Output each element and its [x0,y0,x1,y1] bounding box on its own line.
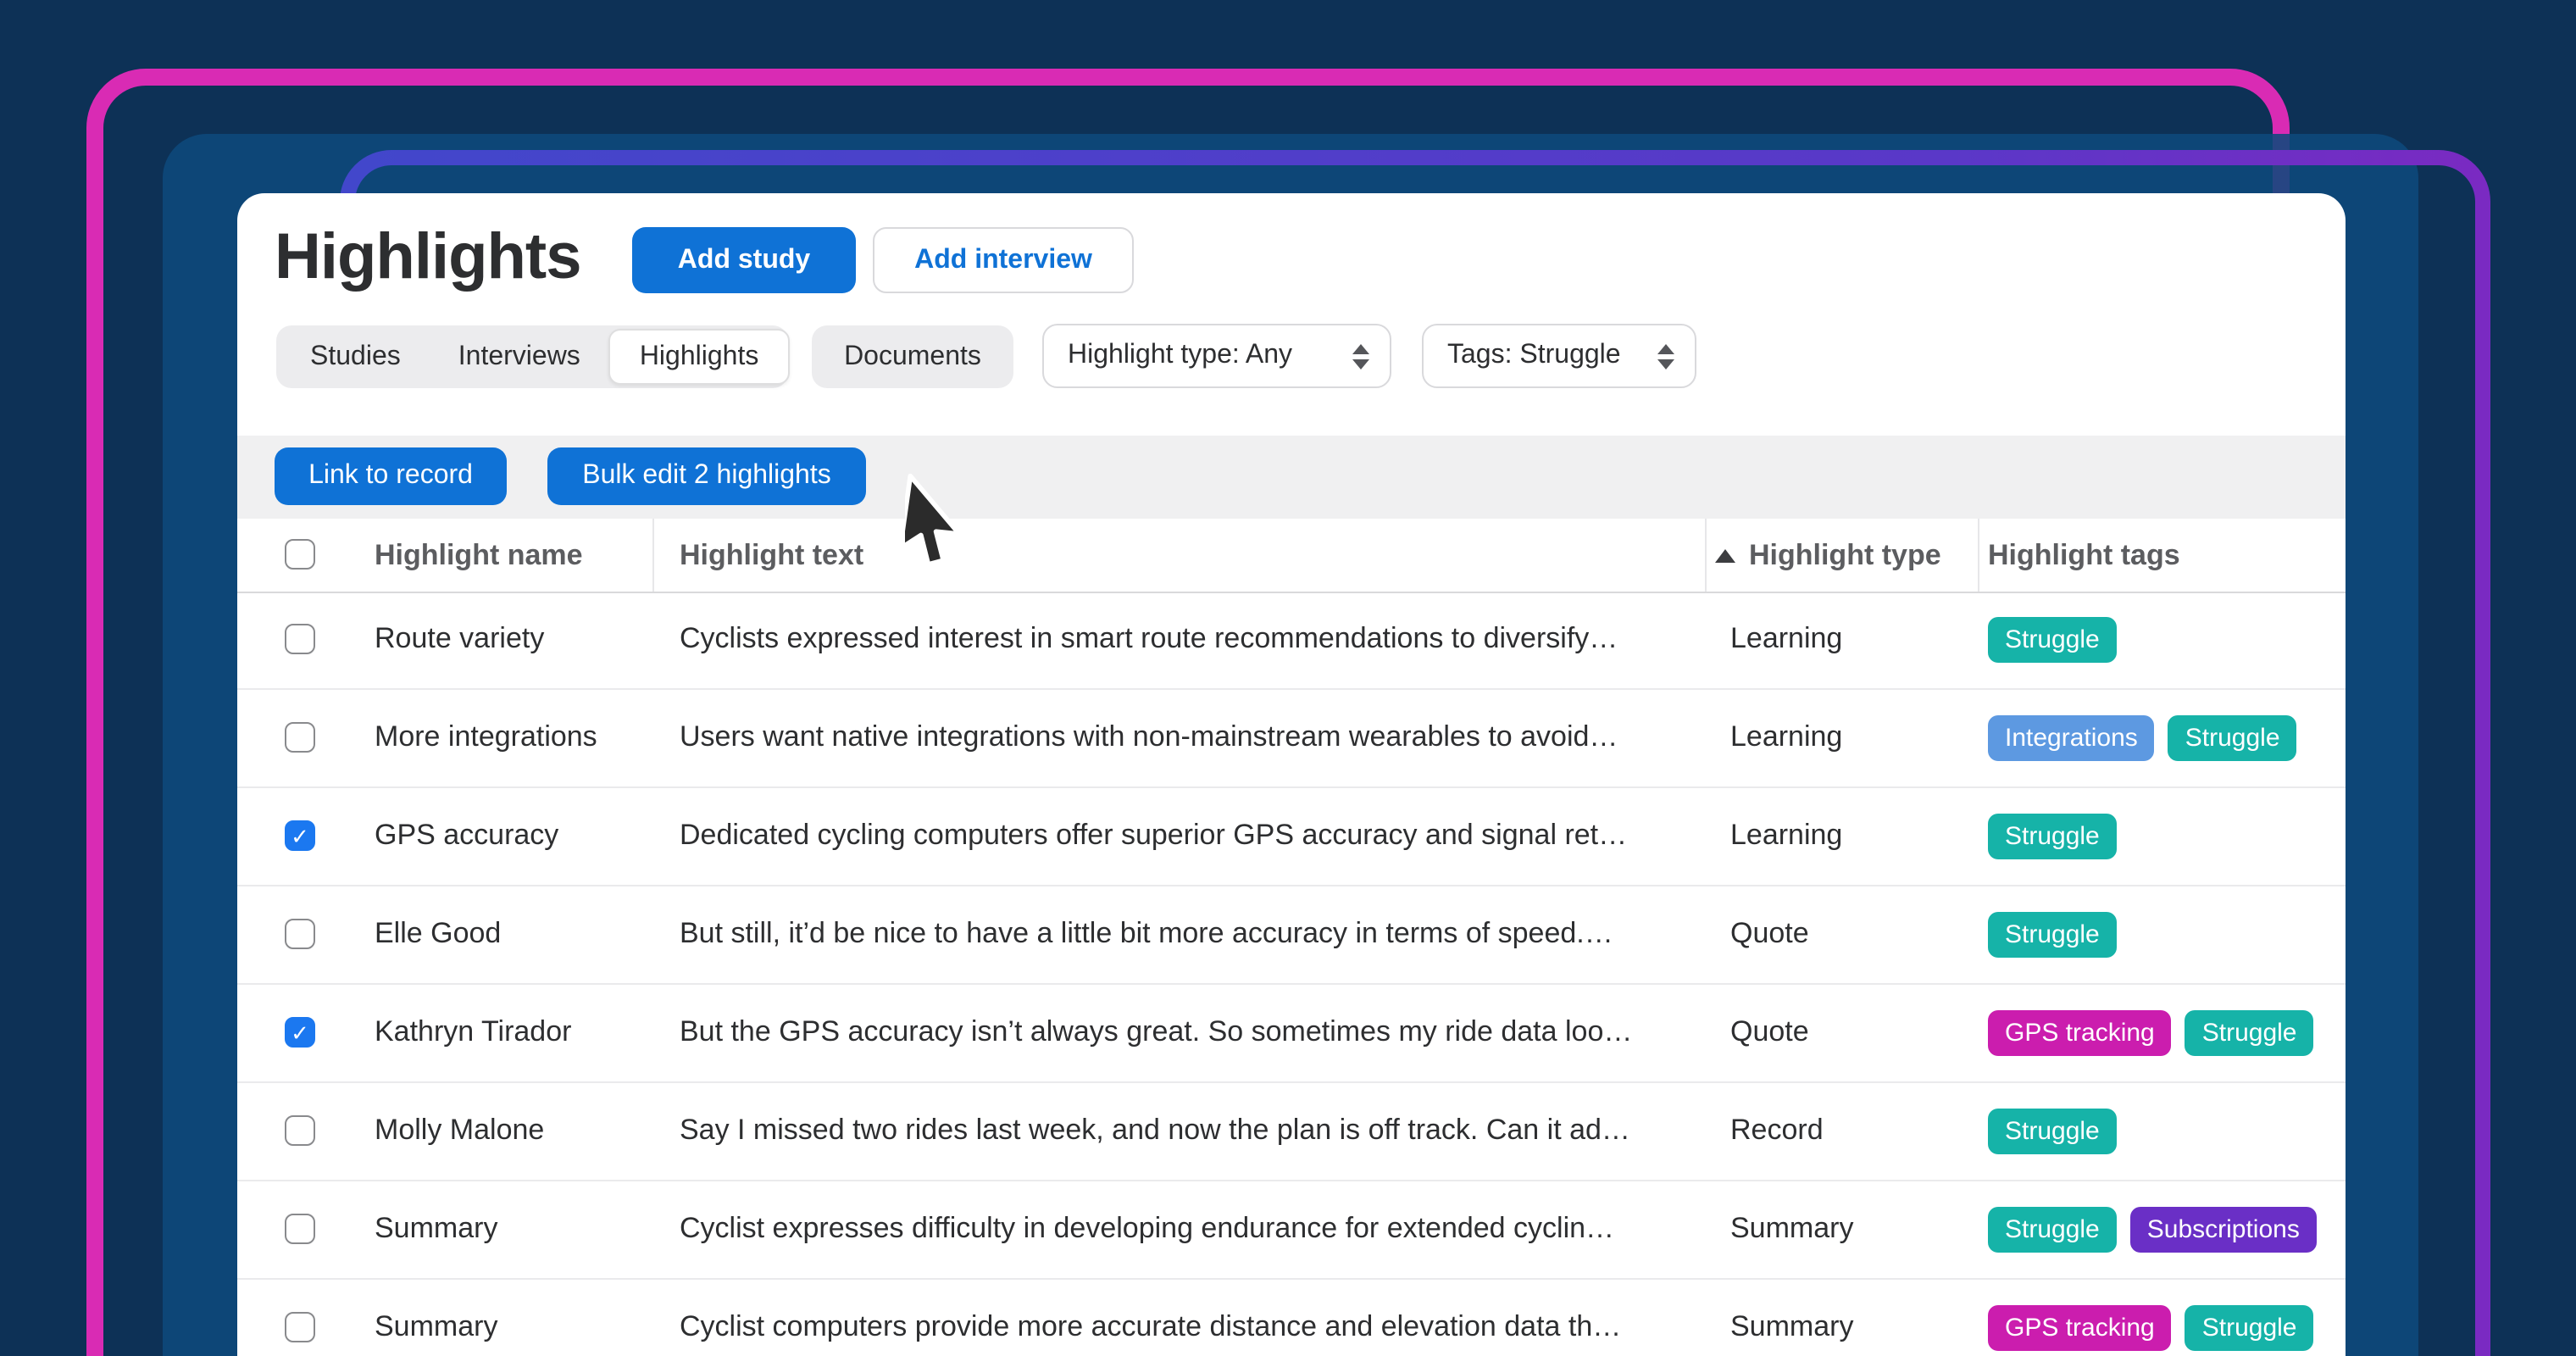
add-study-button[interactable]: Add study [632,227,856,293]
column-header-type[interactable]: Highlight type [1715,519,1941,592]
highlight-tags: Struggle [1988,788,2117,883]
table-row[interactable]: ✓ Molly Malone Say I missed two rides la… [237,1083,2346,1181]
column-header-text[interactable]: Highlight text [680,519,863,592]
tag-struggle[interactable]: Struggle [1988,616,2117,662]
table-row[interactable]: ✓ Summary Cyclist computers provide more… [237,1280,2346,1356]
row-checkbox[interactable]: ✓ [285,919,315,949]
checkmark-icon: ✓ [291,1021,309,1043]
highlight-type: Learning [1730,592,1842,686]
highlight-name: Summary [375,1280,497,1356]
column-header-tags[interactable]: Highlight tags [1988,519,2180,592]
tag-gps-tracking[interactable]: GPS tracking [1988,1304,2172,1350]
highlight-name: GPS accuracy [375,788,558,883]
tag-gps-tracking[interactable]: GPS tracking [1988,1009,2172,1055]
row-checkbox[interactable]: ✓ [285,820,315,851]
tag-subscriptions[interactable]: Subscriptions [2130,1206,2317,1252]
highlights-panel: Highlights Add study Add interview Studi… [237,193,2346,1356]
highlight-text: Say I missed two rides last week, and no… [680,1083,1688,1178]
sort-asc-icon [1715,548,1735,562]
updown-chevron-icon [1657,343,1674,369]
highlight-text: But the GPS accuracy isn’t always great.… [680,985,1688,1080]
tab-studies[interactable]: Studies [281,331,430,383]
tag-struggle[interactable]: Struggle [1988,1108,2117,1153]
tag-integrations[interactable]: Integrations [1988,714,2155,760]
highlight-tags: GPS tracking Struggle [1988,985,2314,1080]
tag-struggle[interactable]: Struggle [2168,714,2297,760]
table-row[interactable]: ✓ Summary Cyclist expresses difficulty i… [237,1181,2346,1280]
highlight-name: Route variety [375,592,544,686]
highlight-tags: Struggle [1988,1083,2117,1178]
highlight-type: Quote [1730,985,1809,1080]
highlight-type-filter[interactable]: Highlight type: Any [1042,324,1391,388]
highlight-text: Cyclist computers provide more accurate … [680,1280,1688,1356]
highlight-type-filter-label: Highlight type: Any [1068,341,1292,371]
highlight-type: Summary [1730,1280,1853,1356]
highlight-type: Quote [1730,886,1809,981]
tag-struggle[interactable]: Struggle [1988,813,2117,859]
highlight-tags: Struggle Subscriptions [1988,1181,2317,1276]
highlight-tags: Struggle [1988,886,2117,981]
highlight-text: Cyclists expressed interest in smart rou… [680,592,1688,686]
highlight-text: Users want native integrations with non-… [680,690,1688,785]
checkmark-icon: ✓ [291,825,309,847]
row-checkbox[interactable]: ✓ [285,1017,315,1048]
tab-highlights[interactable]: Highlights [609,329,790,385]
row-checkbox[interactable]: ✓ [285,722,315,753]
table-row[interactable]: ✓ Kathryn Tirador But the GPS accuracy i… [237,985,2346,1083]
bulk-edit-button[interactable]: Bulk edit 2 highlights [547,447,866,505]
tab-interviews[interactable]: Interviews [430,331,609,383]
tag-struggle[interactable]: Struggle [2185,1009,2314,1055]
highlight-tags: GPS tracking Struggle [1988,1280,2314,1356]
highlight-tags: Integrations Struggle [1988,690,2297,785]
table-row[interactable]: ✓ Route variety Cyclists expressed inter… [237,592,2346,690]
add-interview-button[interactable]: Add interview [873,227,1134,293]
tag-struggle[interactable]: Struggle [1988,1206,2117,1252]
highlight-name: Summary [375,1181,497,1276]
row-checkbox[interactable]: ✓ [285,1214,315,1244]
mouse-cursor-icon [905,470,966,571]
highlight-tags: Struggle [1988,592,2117,686]
table-row[interactable]: ✓ GPS accuracy Dedicated cycling compute… [237,788,2346,886]
highlight-name: Kathryn Tirador [375,985,571,1080]
highlight-name: Elle Good [375,886,501,981]
select-all-checkbox[interactable]: ✓ [285,539,315,570]
table-header: ✓ Highlight name Highlight text Highligh… [237,519,2346,593]
page-title: Highlights [275,220,581,295]
table-body: ✓ Route variety Cyclists expressed inter… [237,592,2346,1356]
tab-documents[interactable]: Documents [812,325,1013,388]
highlight-text: Cyclist expresses difficulty in developi… [680,1181,1688,1276]
highlight-type: Summary [1730,1181,1853,1276]
row-checkbox[interactable]: ✓ [285,1115,315,1146]
row-checkbox[interactable]: ✓ [285,1312,315,1342]
tags-filter[interactable]: Tags: Struggle [1422,324,1696,388]
row-checkbox[interactable]: ✓ [285,624,315,654]
highlight-name: Molly Malone [375,1083,544,1178]
table-row[interactable]: ✓ More integrations Users want native in… [237,690,2346,788]
updown-chevron-icon [1352,343,1369,369]
tab-group: StudiesInterviewsHighlights [276,325,788,388]
table-row[interactable]: ✓ Elle Good But still, it’d be nice to h… [237,886,2346,985]
stage: Highlights Add study Add interview Studi… [0,0,2576,1356]
highlight-name: More integrations [375,690,597,785]
tag-struggle[interactable]: Struggle [2185,1304,2314,1350]
highlight-text: But still, it’d be nice to have a little… [680,886,1688,981]
link-to-record-button[interactable]: Link to record [275,447,507,505]
bulk-actions-bar: Link to record Bulk edit 2 highlights [237,436,2346,519]
highlight-type: Learning [1730,690,1842,785]
highlight-type: Record [1730,1083,1824,1178]
tag-struggle[interactable]: Struggle [1988,911,2117,957]
tags-filter-label: Tags: Struggle [1447,341,1621,371]
highlight-type: Learning [1730,788,1842,883]
highlight-text: Dedicated cycling computers offer superi… [680,788,1688,883]
column-header-name[interactable]: Highlight name [375,519,583,592]
